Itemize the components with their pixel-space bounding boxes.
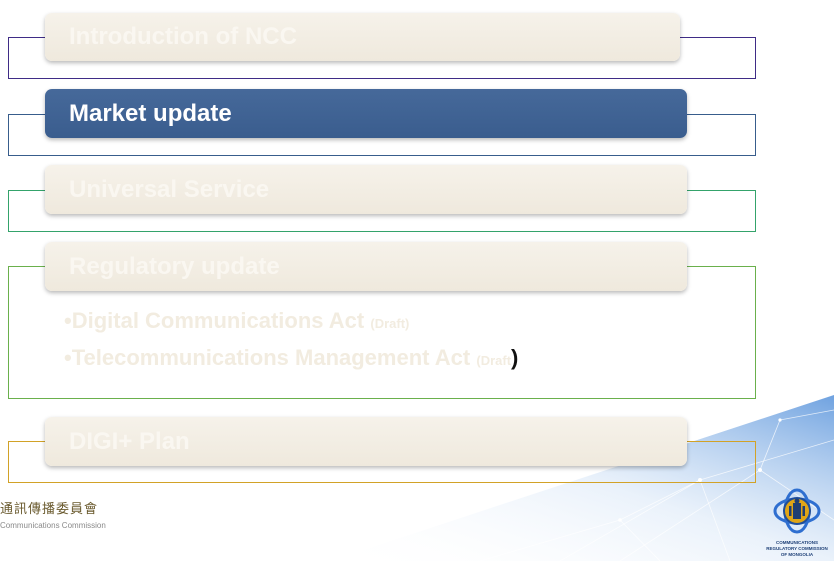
draft-tag: (Draft) [370,316,410,331]
agenda-tab-label: DIGI+ Plan [69,427,190,455]
closing-paren: ) [511,345,519,370]
bullet-text: Telecommunications Management Act [71,345,471,370]
bullet-marker: • [64,308,72,333]
agenda-tab-digi-plan[interactable]: DIGI+ Plan [45,417,687,466]
agenda-tab-universal-service[interactable]: Universal Service [45,165,687,214]
emblem-caption: COMMUNICATIONS REGULATORY COMMISSION OF … [762,540,832,558]
list-item: •Telecommunications Management Act (Draf… [64,341,518,378]
bullet-marker: • [64,345,72,370]
org-name-chinese: 通訊傳播委員會 [0,502,99,517]
bullet-text: Digital Communications Act [71,308,365,333]
agenda-tab-regulatory-update[interactable]: Regulatory update [45,242,687,291]
mongolia-crc-emblem-icon [773,488,821,534]
agenda-tab-label: Universal Service [69,175,270,203]
ncc-footer-logo: 通訊傳播委員會 Communications Commission [0,498,106,530]
agenda-tab-introduction[interactable]: Introduction of NCC [45,13,680,61]
org-name-english: Communications Commission [0,521,106,530]
emblem-caption-line: OF MONGOLIA [780,552,814,557]
regulatory-bullet-list: •Digital Communications Act (Draft) •Tel… [64,304,518,378]
agenda-tab-label: Regulatory update [69,252,280,280]
agenda-tab-label: Introduction of NCC [69,23,297,50]
agenda-tab-label: Market update [69,99,232,127]
agenda-tab-market-update[interactable]: Market update [45,89,687,138]
draft-tag: (Draft [476,353,512,368]
list-item: •Digital Communications Act (Draft) [64,304,518,341]
crc-emblem: COMMUNICATIONS REGULATORY COMMISSION OF … [762,488,832,558]
